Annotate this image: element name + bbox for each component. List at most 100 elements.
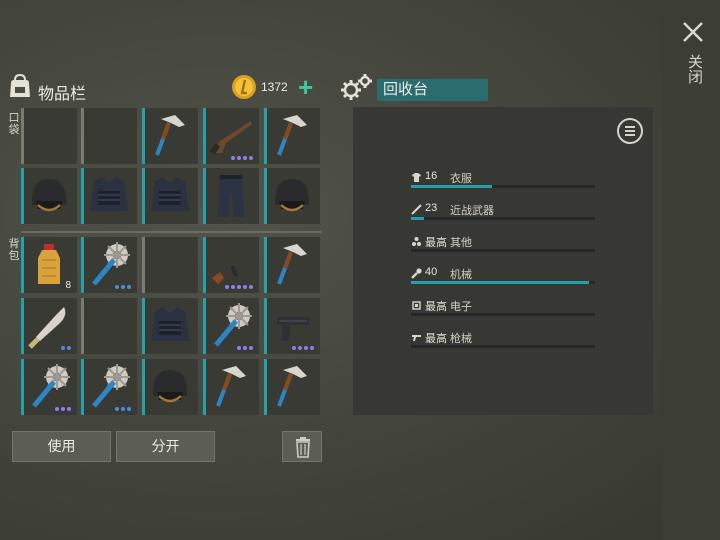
stat-track bbox=[411, 281, 595, 284]
inventory-slot[interactable] bbox=[21, 359, 77, 415]
rarity-dots bbox=[55, 407, 71, 411]
inventory-slot[interactable] bbox=[142, 359, 198, 415]
menu-button[interactable] bbox=[617, 118, 643, 144]
recycler-panel bbox=[353, 107, 653, 415]
inventory-slot[interactable] bbox=[203, 168, 259, 224]
gear-icon bbox=[341, 74, 372, 100]
stat-value: 最高 bbox=[425, 301, 447, 313]
stat-track bbox=[411, 185, 595, 188]
pocket-label: 口袋 bbox=[8, 112, 20, 136]
inventory-slot[interactable] bbox=[264, 168, 320, 224]
stat-name: 近战武器 bbox=[450, 205, 494, 217]
helmet-icon bbox=[275, 179, 309, 212]
rifle-icon bbox=[212, 250, 252, 284]
empty-slot[interactable] bbox=[81, 108, 137, 164]
add-coins-button[interactable]: + bbox=[298, 74, 316, 100]
durability-bar bbox=[21, 108, 24, 164]
inventory-slot[interactable] bbox=[203, 237, 259, 293]
axe-icon bbox=[277, 366, 307, 407]
helmet-icon bbox=[153, 370, 187, 403]
inventory-slot[interactable]: 8 bbox=[21, 237, 77, 293]
stat-fill bbox=[411, 185, 492, 188]
recycler-stat: 最高 枪械 bbox=[411, 330, 595, 350]
recycler-title: 回收台 bbox=[377, 79, 488, 101]
inventory-slot[interactable] bbox=[21, 298, 77, 354]
vest-icon bbox=[151, 177, 189, 211]
backpack-icon bbox=[10, 73, 30, 97]
pants-icon bbox=[218, 175, 244, 217]
saw-mace-icon bbox=[92, 242, 130, 286]
split-button[interactable]: 分开 bbox=[116, 431, 215, 462]
inventory-slot[interactable] bbox=[21, 168, 77, 224]
rarity-dots bbox=[115, 285, 131, 289]
backpack-label: 背包 bbox=[8, 238, 20, 262]
rarity-dots bbox=[115, 407, 131, 411]
close-label[interactable]: 关闭 bbox=[684, 54, 703, 84]
stat-track bbox=[411, 345, 595, 348]
chip-icon bbox=[412, 301, 421, 310]
recycler-stat: 最高 其他 bbox=[411, 234, 595, 254]
shotgun-icon bbox=[209, 117, 252, 155]
saw-mace-icon bbox=[32, 364, 70, 408]
recycler-stat: 40 机械 bbox=[411, 266, 595, 286]
section-divider bbox=[21, 231, 322, 233]
inventory-slot[interactable] bbox=[264, 237, 320, 293]
empty-slot[interactable] bbox=[142, 237, 198, 293]
inventory-slot[interactable] bbox=[264, 108, 320, 164]
coin-icon bbox=[232, 75, 256, 99]
empty-slot[interactable] bbox=[21, 108, 77, 164]
inventory-slot[interactable] bbox=[142, 108, 198, 164]
inventory-slot[interactable] bbox=[81, 359, 137, 415]
axe-icon bbox=[155, 115, 185, 156]
inventory-slot[interactable] bbox=[142, 168, 198, 224]
rarity-dots bbox=[292, 346, 314, 350]
vest-icon bbox=[90, 177, 128, 211]
recycler-stat: 23 近战武器 bbox=[411, 202, 595, 222]
rarity-dots bbox=[225, 285, 253, 289]
stat-track bbox=[411, 313, 595, 316]
inventory-slot[interactable] bbox=[264, 359, 320, 415]
stat-track bbox=[411, 217, 595, 220]
use-button[interactable]: 使用 bbox=[12, 431, 111, 462]
stat-fill bbox=[411, 217, 424, 220]
inventory-slot[interactable] bbox=[203, 108, 259, 164]
rarity-dots bbox=[231, 156, 253, 160]
stat-value: 最高 bbox=[425, 333, 447, 345]
durability-bar bbox=[142, 237, 145, 293]
inventory-title: 物品栏 bbox=[38, 86, 87, 103]
vest-icon bbox=[151, 307, 189, 341]
durability-bar bbox=[81, 298, 84, 354]
inventory-slot[interactable] bbox=[203, 359, 259, 415]
stat-value: 40 bbox=[425, 266, 438, 278]
saw-mace-icon bbox=[214, 303, 252, 347]
axe-icon bbox=[277, 115, 307, 156]
trash-button[interactable] bbox=[282, 431, 322, 462]
recycler-stat: 16 衣服 bbox=[411, 170, 595, 190]
axe-icon bbox=[216, 366, 246, 407]
stat-name: 枪械 bbox=[450, 333, 472, 345]
inventory-slot[interactable] bbox=[81, 168, 137, 224]
machete-icon bbox=[28, 307, 66, 349]
rarity-dots bbox=[61, 346, 71, 350]
stat-name: 其他 bbox=[450, 237, 472, 249]
coin-count: 1372 bbox=[261, 80, 288, 94]
item-quantity: 8 bbox=[65, 280, 71, 291]
helmet-icon bbox=[32, 179, 66, 212]
inventory-slot[interactable] bbox=[142, 298, 198, 354]
gun-icon bbox=[412, 335, 421, 341]
recycler-stat: 最高 电子 bbox=[411, 298, 595, 318]
stat-fill bbox=[411, 281, 590, 284]
saw-mace-icon bbox=[92, 364, 130, 408]
wrench-icon bbox=[411, 268, 422, 279]
pistol-icon bbox=[277, 317, 309, 341]
stat-name: 机械 bbox=[450, 269, 472, 281]
inventory-slot[interactable] bbox=[203, 298, 259, 354]
inventory-slot[interactable] bbox=[264, 298, 320, 354]
inventory-slot[interactable] bbox=[81, 237, 137, 293]
close-icon[interactable] bbox=[681, 20, 705, 44]
empty-slot[interactable] bbox=[81, 298, 137, 354]
stat-name: 衣服 bbox=[450, 173, 472, 185]
knife-icon bbox=[411, 204, 422, 215]
durability-bar bbox=[81, 108, 84, 164]
stat-value: 最高 bbox=[425, 237, 447, 249]
